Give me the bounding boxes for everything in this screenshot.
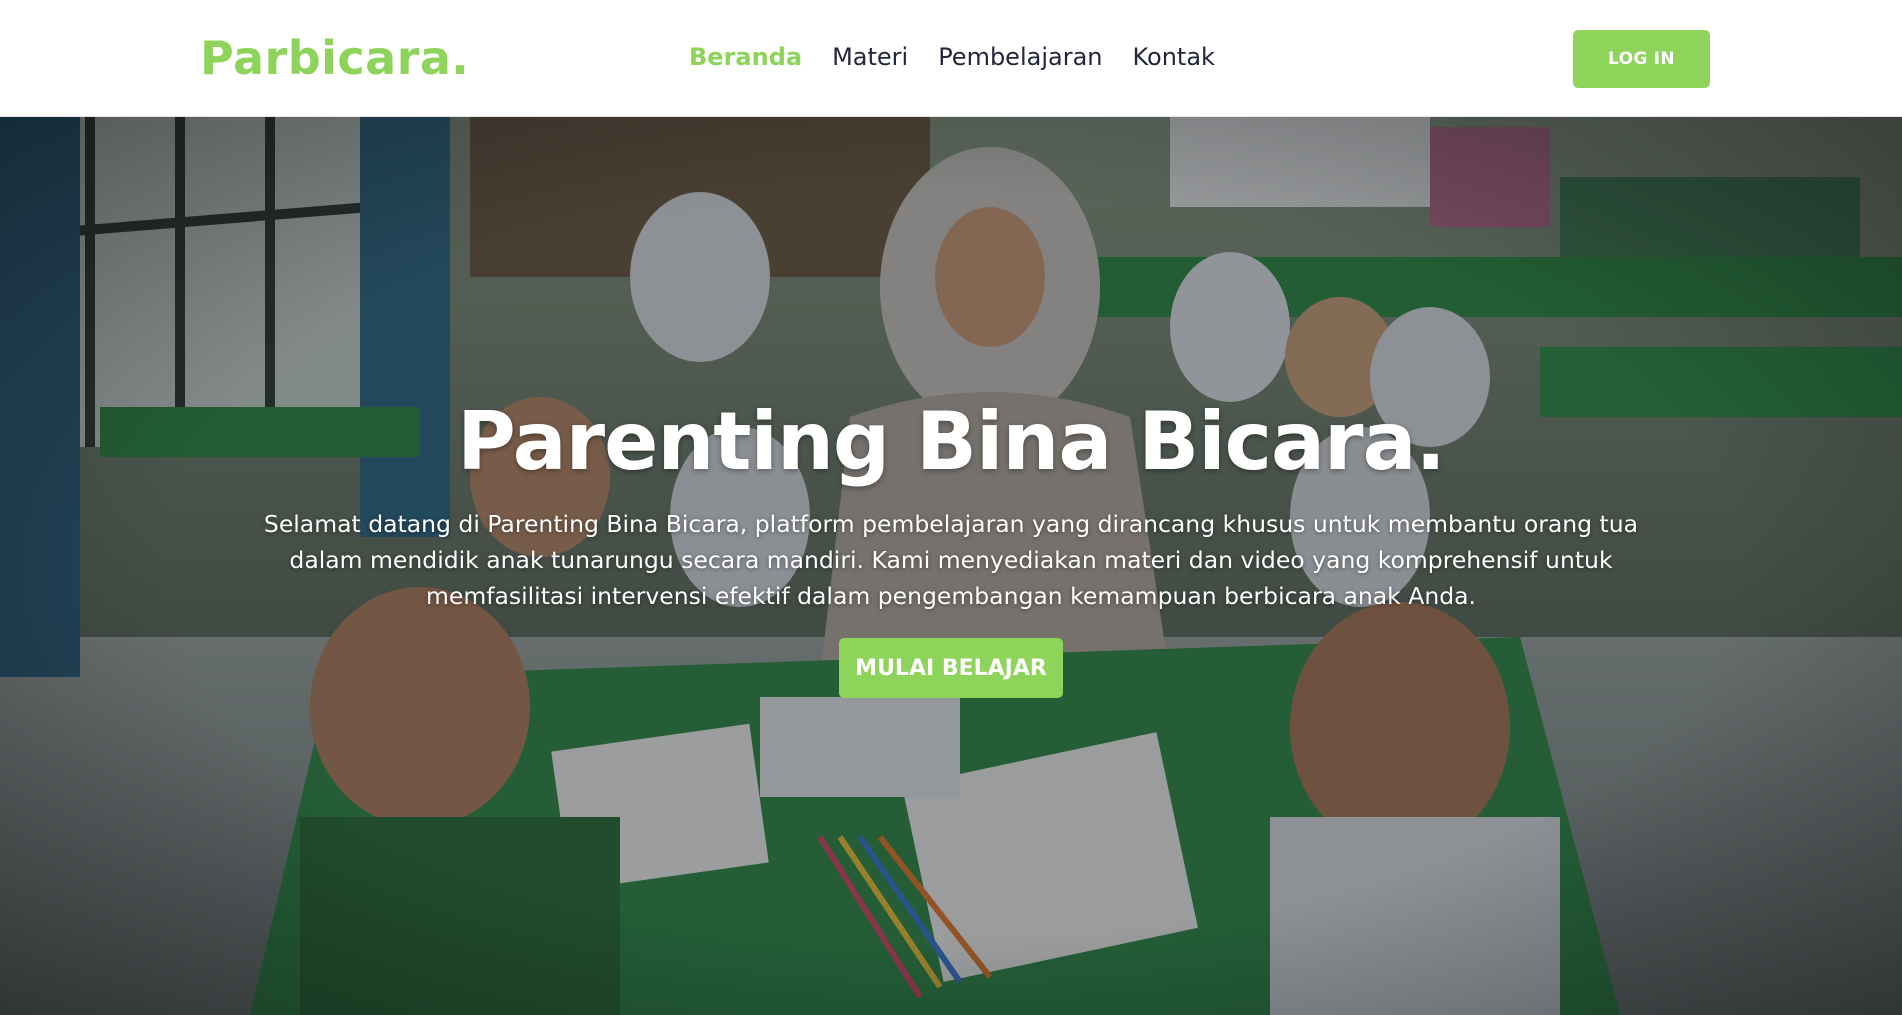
hero-description: Selamat datang di Parenting Bina Bicara,…: [263, 510, 1639, 610]
nav-link-pembelajaran[interactable]: Pembelajaran: [938, 40, 1102, 74]
nav-link-materi[interactable]: Materi: [832, 40, 908, 74]
hero-section: Parenting Bina Bicara. Selamat datang di…: [0, 117, 1902, 1015]
hero-title: Parenting Bina Bicara.: [457, 395, 1446, 488]
nav-link-beranda[interactable]: Beranda: [689, 40, 802, 74]
navbar: Parbicara. Beranda Materi Pembelajaran K…: [0, 0, 1902, 117]
login-button[interactable]: LOG IN: [1573, 30, 1710, 88]
brand-logo[interactable]: Parbicara.: [200, 28, 469, 88]
main-nav: Beranda Materi Pembelajaran Kontak: [689, 40, 1215, 74]
nav-link-kontak[interactable]: Kontak: [1132, 40, 1214, 74]
start-learning-button[interactable]: MULAI BELAJAR: [839, 638, 1063, 698]
hero-content: Parenting Bina Bicara. Selamat datang di…: [0, 392, 1902, 698]
